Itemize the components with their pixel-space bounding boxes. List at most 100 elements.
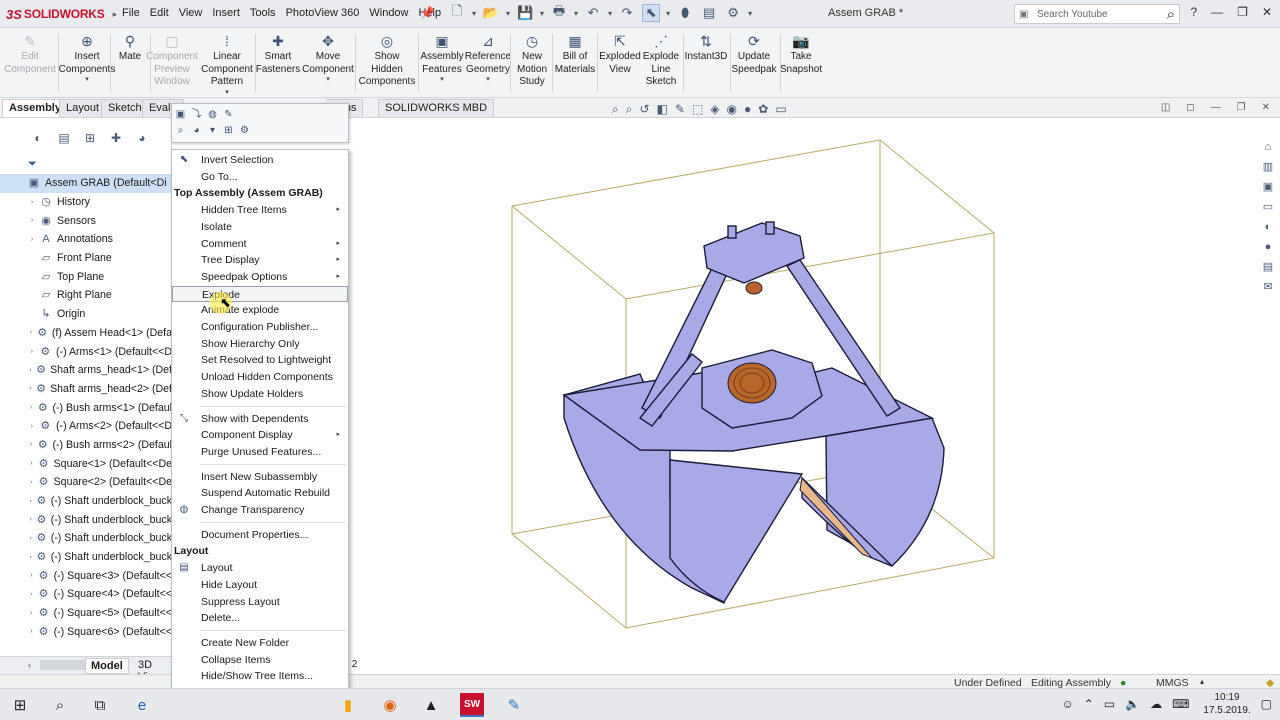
viewport-close-icon[interactable]: ✕ [1262,102,1270,113]
search-box[interactable]: ▣ Search Youtube ⌕ [1014,4,1180,24]
tab-3d-views[interactable]: 3D Vie [133,658,171,674]
previous-view-icon[interactable]: ↺ [639,102,649,117]
search-input[interactable]: Search Youtube [1037,9,1167,20]
restore-icon[interactable]: ❐ [1237,5,1248,19]
menu-item-speedpak-options[interactable]: Speedpak Options ▸ [172,269,348,286]
viewport-tile-icon[interactable]: ◻ [1186,102,1194,113]
new-document-icon[interactable]: 🗋 [448,3,466,22]
tree-expand-icon[interactable]: › [26,535,35,542]
tool-move-component[interactable]: ✥ Move Component ▾ [294,32,362,84]
display-manager-tab-icon[interactable]: ◕ [134,130,150,146]
tree-expand-icon[interactable]: › [26,348,38,355]
tab-solidworks-mbd[interactable]: SOLIDWORKS MBD [378,99,495,117]
tree-item[interactable]: › ⚙ (-) Arms<2> (Default<<D [0,417,171,436]
close-icon[interactable]: ✕ [1262,5,1272,19]
viewport-minimize-icon[interactable]: — [1211,102,1221,113]
menu-item-change-transparency[interactable]: ◍ Change Transparency [172,502,348,519]
logo-flyout-icon[interactable]: ▸ [113,9,118,20]
tray-expand-icon[interactable]: ⌃ [1084,697,1094,711]
tree-filter-icon[interactable]: ⏷ [28,158,37,171]
tool-dropdown-icon[interactable]: ▾ [294,76,362,84]
tree-item[interactable]: › ⚙ Square<2> (Default<<De [0,473,171,492]
home-icon[interactable]: ⌂ [1260,140,1276,154]
tree-expand-icon[interactable]: › [26,591,37,598]
tree-item[interactable]: › ⚙ (-) Shaft underblock_buck [0,492,171,511]
save-icon[interactable]: 💾 [516,4,534,22]
menu-item-go-to[interactable]: Go To... [172,169,348,186]
tree-expand-icon[interactable]: › [26,498,35,505]
tree-expand-icon[interactable]: › [26,236,38,243]
clock[interactable]: 10:19 17.5.2019. [1203,691,1250,717]
forum-icon[interactable]: ✉ [1260,280,1276,294]
tree-item[interactable]: › ⚙ (-) Square<3> (Default<< [0,566,171,585]
view-palette-icon[interactable]: ◐ [1260,220,1276,234]
tree-item[interactable]: › ⚙ Shaft arms_head<2> (Def [0,380,171,399]
edge-browser-icon[interactable]: e [130,693,154,717]
tree-expand-icon[interactable]: › [26,385,35,392]
ctx-zoom-icon[interactable]: ⌕ [174,124,187,137]
menu-item-invert-selection[interactable]: ⬉ Invert Selection [172,152,348,169]
tree-item[interactable]: › ⚙ (-) Square<4> (Default<< [0,585,171,604]
section-view-icon[interactable]: ◧ [657,102,668,117]
new-dropdown-icon[interactable]: ▾ [472,9,476,18]
volume-icon[interactable]: 🔈 [1125,697,1140,711]
menu-item-layout[interactable]: ▤ Layout [172,560,348,577]
options-gear-icon[interactable]: ⚙ [724,4,742,22]
pin-menu-icon[interactable]: 📌 [420,6,435,20]
ctx-rebuild-icon[interactable]: ⤵ [190,108,203,121]
menu-item-purge-unused-features[interactable]: Purge Unused Features... [172,444,348,461]
tree-item[interactable]: ↳ Origin [0,305,171,324]
zoom-to-fit-icon[interactable]: ⌕ [612,102,619,117]
minimize-icon[interactable]: — [1211,5,1223,19]
menu-item-hide-layout[interactable]: Hide Layout [172,577,348,594]
appearances-icon[interactable]: ● [1260,240,1276,254]
undo-icon[interactable]: ↶ [584,4,602,22]
tree-expand-icon[interactable]: › [26,554,35,561]
menu-item-comment[interactable]: Comment ▸ [172,236,348,253]
tool-dropdown-icon[interactable]: ▾ [193,89,261,97]
tree-expand-icon[interactable]: › [26,423,38,430]
hide-show-items-icon[interactable]: ◉ [727,102,737,117]
select-dropdown-icon[interactable]: ▾ [666,9,670,18]
dimxpert-tab-icon[interactable]: ✚ [108,130,124,146]
design-library-icon[interactable]: ▣ [1260,180,1276,194]
menu-item-animate-explode[interactable]: Animate explode [172,302,348,319]
tree-expand-icon[interactable]: › [26,441,36,448]
tree-item[interactable]: › ⚙ (-) Square<5> (Default<< [0,604,171,623]
traffic-light-icon[interactable]: ⬮ [676,4,694,22]
file-properties-icon[interactable]: ▤ [700,4,718,22]
tree-item[interactable]: › ⚙ (f) Assem Head<1> (Defa [0,324,171,343]
onedrive-icon[interactable]: ☁ [1150,697,1162,711]
tree-item[interactable]: › ◉ Sensors [0,211,171,230]
tree-item[interactable]: ▱ Right Plane [0,286,171,305]
solidworks-taskbar-icon[interactable]: SW [460,693,484,717]
menu-item-show-with-dependents[interactable]: ⤡ Show with Dependents [172,411,348,428]
help-icon[interactable]: ? [1190,5,1197,19]
tab-layout[interactable]: Layout [59,99,107,117]
menu-item-isolate[interactable]: Isolate [172,219,348,236]
menu-item-show-hierarchy-only[interactable]: Show Hierarchy Only [172,336,348,353]
open-folder-icon[interactable]: 📂 [482,4,500,22]
tree-expand-icon[interactable]: › [26,199,38,206]
viewport-split-icon[interactable]: ◫ [1161,102,1170,113]
menu-item-document-properties[interactable]: Document Properties... [172,527,348,544]
tree-item[interactable]: › ⚙ (-) Shaft underblock_buck [0,529,171,548]
tree-item[interactable]: ▱ Front Plane [0,249,171,268]
options-dropdown-icon[interactable]: ▾ [748,9,752,18]
apply-scene-icon[interactable]: ✿ [758,102,768,117]
menu-edit[interactable]: Edit [148,7,177,19]
tree-item[interactable]: ▱ Top Plane [0,267,171,286]
tree-item[interactable]: › A Annotations [0,230,171,249]
tree-expand-icon[interactable]: › [26,329,36,336]
ctx-hide-icon[interactable]: ◍ [206,108,219,121]
menu-file[interactable]: File [120,7,148,19]
menu-item-explode[interactable]: Explode [172,285,348,303]
view-settings-icon[interactable]: ▭ [775,102,786,117]
tree-item[interactable]: › ⚙ (-) Arms<1> (Default<<D [0,342,171,361]
ctx-appearance-icon[interactable]: ◕ [190,124,203,137]
edit-appearance-icon[interactable]: ● [744,102,751,117]
tree-expand-icon[interactable]: › [26,404,36,411]
units-dropdown-icon[interactable]: ▴ [1200,677,1204,686]
menu-item-show-update-holders[interactable]: Show Update Holders [172,386,348,403]
menu-item-collapse-items[interactable]: Collapse Items [172,652,348,669]
